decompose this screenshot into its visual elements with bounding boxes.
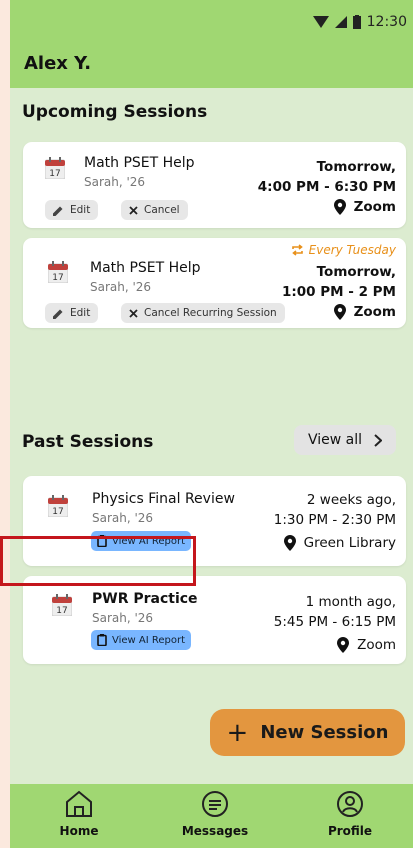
nav-profile[interactable]: Profile (310, 790, 390, 838)
session-title: Math PSET Help (84, 155, 195, 171)
cancel-button[interactable]: Cancel (121, 200, 188, 220)
status-bar: 12:30 (312, 12, 407, 32)
status-time: 12:30 (366, 14, 407, 30)
recurring-label: Every Tuesday (291, 243, 396, 257)
chevron-right-icon (374, 433, 383, 447)
profile-icon (337, 791, 363, 817)
signal-icon (334, 16, 347, 28)
bottom-nav: Home Messages Profile (10, 784, 413, 848)
svg-text:17: 17 (52, 273, 63, 283)
new-session-button[interactable]: + New Session (210, 709, 405, 756)
session-location: Green Library (274, 533, 396, 553)
edit-button[interactable]: Edit (45, 200, 99, 220)
close-icon (129, 205, 138, 215)
session-time: Tomorrow, 1:00 PM - 2 PM Zoom (282, 262, 396, 322)
upcoming-sessions-title: Upcoming Sessions (22, 102, 208, 122)
session-time: 1 month ago, 5:45 PM - 6:15 PM Zoom (274, 592, 396, 655)
user-name: Alex Y. (24, 53, 92, 74)
header: 12:30 Alex Y. (10, 0, 413, 88)
location-pin-icon (333, 199, 346, 215)
repeat-icon (291, 244, 303, 256)
svg-text:17: 17 (49, 169, 60, 179)
location-pin-icon (283, 535, 296, 551)
past-sessions-title: Past Sessions (22, 432, 154, 452)
upcoming-session-card[interactable]: Every Tuesday 17 Math PSET Help Sarah, '… (23, 238, 406, 328)
session-tutor: Sarah, '26 (92, 611, 154, 625)
session-title: PWR Practice (92, 591, 198, 607)
session-location: Zoom (258, 197, 396, 217)
location-pin-icon (333, 304, 346, 320)
calendar-icon: 17 (48, 261, 68, 283)
nav-home[interactable]: Home (39, 790, 119, 838)
session-day: 2 weeks ago, (306, 492, 396, 508)
app-screen: 12:30 Alex Y. Upcoming Sessions 17 Math … (10, 0, 413, 848)
battery-icon (352, 15, 361, 29)
session-tutor: Sarah, '26 (92, 511, 154, 525)
upcoming-session-card[interactable]: 17 Math PSET Help Sarah, '26 Tomorrow, 4… (23, 142, 406, 228)
session-time: 2 weeks ago, 1:30 PM - 2:30 PM Green Lib… (274, 490, 396, 553)
highlight-box (0, 536, 196, 586)
pencil-icon (53, 206, 63, 216)
session-hours: 1:00 PM - 2 PM (281, 284, 396, 300)
message-icon (202, 791, 228, 817)
nav-messages[interactable]: Messages (175, 790, 255, 838)
pencil-icon (53, 309, 63, 319)
session-day: Tomorrow, (316, 264, 396, 280)
location-pin-icon (337, 637, 350, 653)
session-tutor: Sarah, '26 (84, 175, 146, 189)
calendar-icon: 17 (48, 495, 68, 517)
session-hours: 1:30 PM - 2:30 PM (273, 512, 396, 528)
session-title: Physics Final Review (92, 491, 235, 507)
session-day: Tomorrow, (316, 159, 396, 175)
session-location: Zoom (282, 302, 396, 322)
svg-text:17: 17 (52, 507, 63, 517)
session-time: Tomorrow, 4:00 PM - 6:30 PM Zoom (258, 157, 396, 217)
view-all-button[interactable]: View all (294, 425, 396, 455)
cancel-recurring-button[interactable]: Cancel Recurring Session (121, 303, 285, 323)
past-session-card[interactable]: 17 PWR Practice Sarah, '26 1 month ago, … (23, 576, 406, 664)
session-hours: 4:00 PM - 6:30 PM (257, 179, 396, 195)
clipboard-icon (97, 634, 107, 646)
calendar-icon: 17 (52, 594, 72, 616)
view-ai-report-button[interactable]: View AI Report (91, 630, 192, 650)
home-icon (66, 790, 92, 817)
close-icon (129, 308, 138, 318)
session-title: Math PSET Help (90, 260, 201, 276)
plus-icon: + (226, 717, 249, 748)
session-tutor: Sarah, '26 (90, 280, 152, 294)
edit-button[interactable]: Edit (45, 303, 99, 323)
svg-text:17: 17 (56, 606, 67, 616)
wifi-icon (312, 16, 329, 28)
calendar-icon: 17 (45, 157, 65, 179)
session-location: Zoom (274, 635, 396, 655)
session-hours: 5:45 PM - 6:15 PM (273, 614, 396, 630)
session-day: 1 month ago, (305, 594, 396, 610)
